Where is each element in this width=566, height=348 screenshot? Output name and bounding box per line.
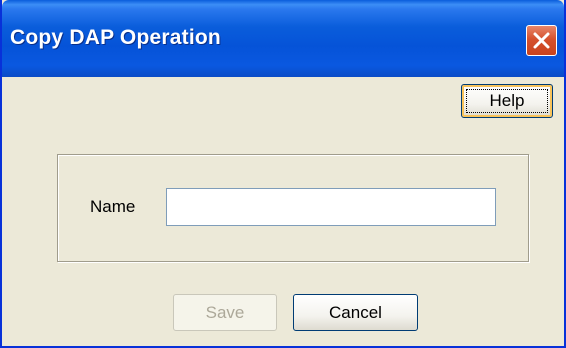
focus-ring xyxy=(466,89,548,113)
close-button[interactable] xyxy=(526,25,557,56)
name-label: Name xyxy=(90,197,136,216)
save-button[interactable]: Save xyxy=(173,294,277,331)
name-input[interactable] xyxy=(166,188,496,226)
dialog-window: Copy DAP Operation Help Name Save Cancel xyxy=(0,0,566,348)
close-icon xyxy=(533,32,550,49)
help-button[interactable]: Help xyxy=(461,84,553,118)
window-title: Copy DAP Operation xyxy=(10,26,221,49)
title-bar[interactable]: Copy DAP Operation xyxy=(2,0,564,77)
cancel-button[interactable]: Cancel xyxy=(293,294,418,331)
